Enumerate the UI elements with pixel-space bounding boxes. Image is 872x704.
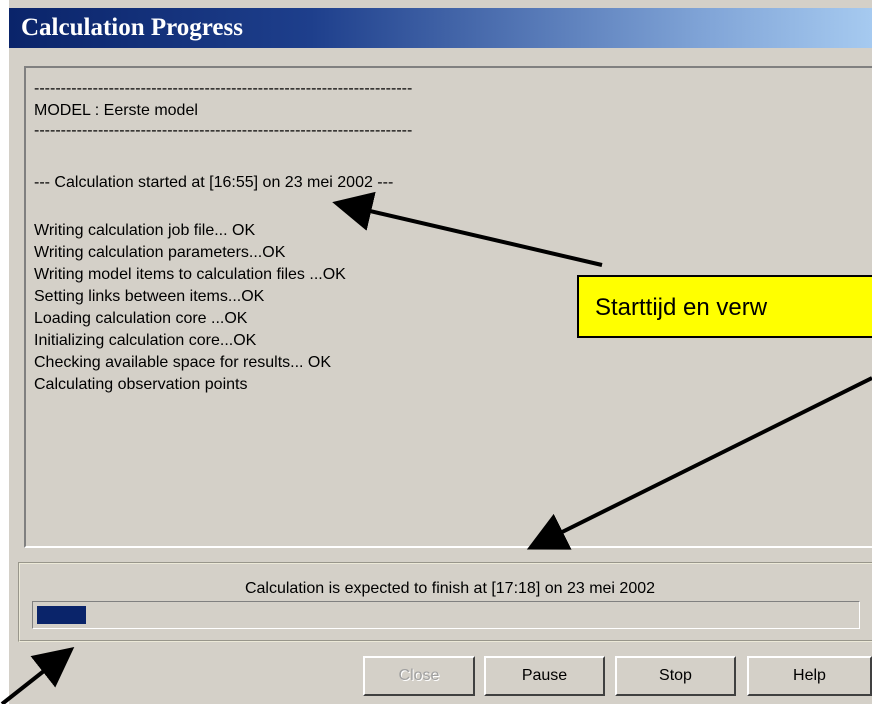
arrow-to-progress-bar xyxy=(0,647,75,704)
arrow-to-start-time xyxy=(332,191,603,267)
arrow-to-expected-finish xyxy=(526,376,872,550)
annotation-arrows xyxy=(0,191,872,704)
